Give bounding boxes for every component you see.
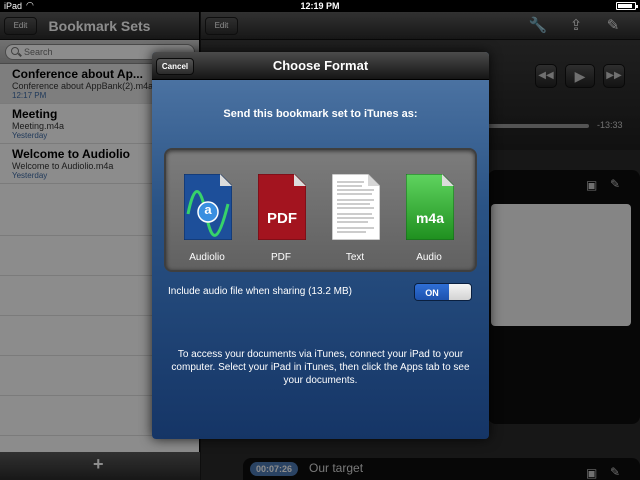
battery-icon — [616, 2, 638, 10]
audio-file-icon: m4a — [405, 173, 455, 241]
format-badge: a — [204, 202, 212, 217]
format-label: Audiolio — [189, 252, 225, 263]
dialog-title: Choose Format — [272, 58, 369, 73]
format-label: PDF — [271, 252, 291, 263]
dialog-prompt: Send this bookmark set to iTunes as: — [223, 108, 418, 120]
format-audio[interactable]: m4a Audio — [400, 170, 458, 270]
format-picker: a Audiolio PDF PDF Text m4a Audio — [164, 148, 477, 272]
format-audiolio[interactable]: a Audiolio — [178, 170, 236, 270]
format-pdf[interactable]: PDF PDF — [252, 170, 310, 270]
audiolio-file-icon: a — [183, 173, 233, 241]
toggle-on-label: ON — [415, 284, 449, 300]
format-text[interactable]: Text — [326, 170, 384, 270]
format-label: Text — [345, 252, 365, 263]
itunes-help-text: To access your documents via iTunes, con… — [171, 349, 470, 386]
text-file-icon — [331, 173, 381, 241]
status-bar: iPad ◠ 12:19 PM — [0, 0, 640, 12]
clock: 12:19 PM — [300, 1, 340, 11]
include-audio-toggle[interactable]: ON — [414, 283, 472, 301]
include-audio-label: Include audio file when sharing (13.2 MB… — [168, 286, 352, 297]
format-label: Audio — [416, 252, 442, 263]
format-badge: m4a — [415, 210, 445, 226]
format-badge: PDF — [267, 210, 297, 227]
choose-format-dialog: Choose Format Cancel Send this bookmark … — [152, 52, 489, 439]
toggle-knob[interactable] — [449, 284, 471, 300]
pdf-file-icon: PDF — [257, 173, 307, 241]
cancel-button[interactable]: Cancel — [156, 58, 194, 75]
dialog-header: Choose Format Cancel — [152, 52, 489, 80]
